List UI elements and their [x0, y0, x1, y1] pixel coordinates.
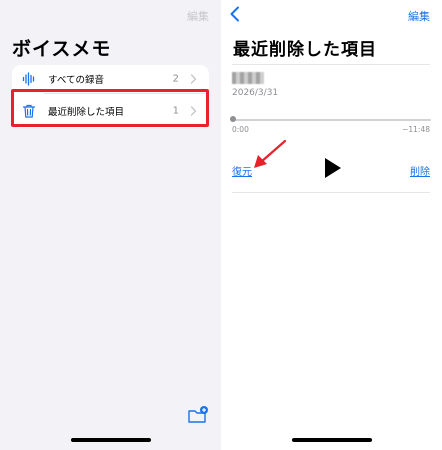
recording-name-redacted	[232, 72, 264, 84]
edit-button[interactable]: 編集	[408, 8, 430, 24]
elapsed-time: 0:00	[232, 125, 249, 134]
home-indicator	[292, 438, 372, 442]
recently-deleted-screen: 編集 最近削除した項目 2026/3/31 0:00 −11:48 復元 削除	[221, 0, 442, 450]
edit-button-disabled: 編集	[187, 10, 209, 23]
new-folder-icon[interactable]	[188, 406, 208, 424]
home-indicator	[71, 438, 151, 442]
playback-scrubber[interactable]	[233, 119, 431, 121]
annotation-arrow-icon	[254, 139, 287, 168]
recording-date: 2026/3/31	[232, 88, 279, 98]
list-item-label: すべての録音	[48, 75, 104, 86]
page-title: ボイスメモ	[12, 38, 112, 60]
play-icon[interactable]	[324, 157, 342, 179]
voice-memos-list-screen: 編集 ボイスメモ すべての録音 2 最近削除した項目 1	[0, 0, 221, 450]
annotation-highlight-box	[11, 89, 209, 127]
scrubber-knob[interactable]	[230, 116, 236, 122]
chevron-right-icon	[190, 74, 197, 84]
row-divider	[232, 192, 430, 193]
remaining-time: −11:48	[402, 125, 430, 134]
item-count: 2	[172, 73, 179, 85]
page-title: 最近削除した項目	[233, 40, 377, 60]
header-divider	[232, 64, 430, 65]
delete-button[interactable]: 削除	[410, 163, 430, 178]
waveform-icon	[22, 72, 35, 86]
chevron-left-icon[interactable]	[229, 6, 241, 22]
